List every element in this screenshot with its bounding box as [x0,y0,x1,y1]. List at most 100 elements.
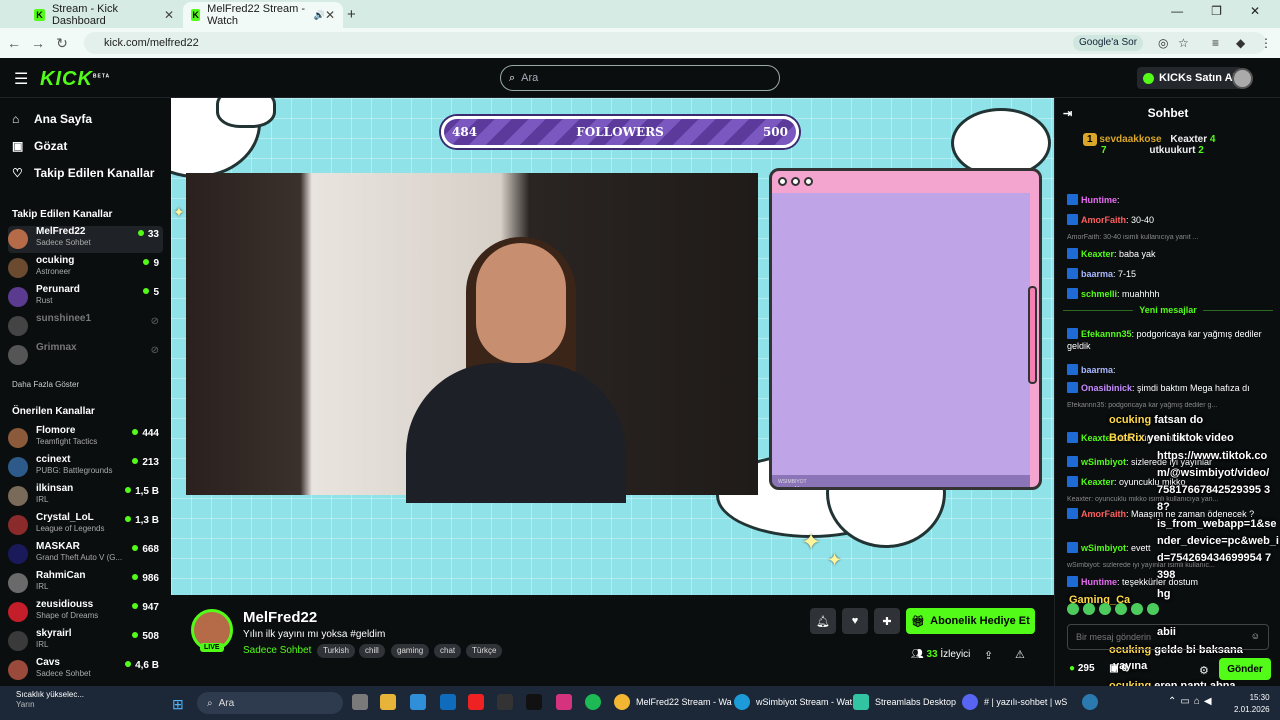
collapse-chat-icon[interactable]: ⇥ [1063,107,1072,120]
kicks-balance[interactable]: ● 295 ▣ 0 [1069,663,1127,674]
instagram-icon[interactable] [556,694,572,710]
emoji-icon[interactable]: ☺ [1251,631,1260,641]
taskbar-app-label[interactable]: Streamlabs Desktop [875,697,956,707]
taskbar-app-label[interactable]: MelFred22 Stream - Wa [636,697,732,707]
close-icon[interactable]: ✕ [164,8,174,22]
new-tab-button[interactable]: + [347,6,356,23]
leader-name[interactable]: sevdaakkose [1099,134,1161,145]
channel-item[interactable]: skyrairl IRL 508 [8,628,163,655]
tab-kick-dashboard[interactable]: K Stream - Kick Dashboard ✕ [26,2,182,28]
gift-subscription-button[interactable]: 🎁︎ Abonelik Hediye Et [906,608,1035,634]
new-messages-divider[interactable]: Yeni mesajlar [1063,305,1273,321]
emote-icon[interactable] [1115,603,1127,615]
chat-username[interactable]: wSimbiyot [1081,457,1126,467]
kick-logo[interactable]: KICKBETA [40,68,110,91]
app-icon[interactable] [1082,694,1098,710]
chat-username[interactable]: AmorFaith [1081,215,1126,225]
video-player[interactable]: 484 FOLLOWERS 500 WSIMBIYOT evett ✦ ✦ ✦ [171,98,1054,595]
send-button[interactable]: Gönder [1219,658,1271,680]
show-more-link[interactable]: Daha Fazla Göster [12,380,79,389]
restore-icon[interactable]: ❐ [1211,4,1222,18]
tag[interactable]: Turkish [317,644,355,658]
file-explorer-icon[interactable] [380,694,396,710]
user-avatar[interactable] [1232,68,1253,89]
channel-item[interactable]: Flomore Teamfight Tactics 444 [8,425,163,452]
sparkle-button[interactable]: ✚ [874,608,900,634]
nav-following[interactable]: ♡ Takip Edilen Kanallar [12,166,154,180]
channel-item[interactable]: Cavs Sadece Sohbet 4,6 B [8,657,163,684]
tag[interactable]: gaming [391,644,430,658]
taskbar-app-label[interactable]: # | yazılı-sohbet | wS [984,697,1067,707]
channel-item[interactable]: Grimnax ⊘ [8,342,163,369]
more-menu-icon[interactable]: ⋮ [1260,36,1272,50]
tab-search-icon[interactable]: ≡ [1212,36,1219,50]
stream-category[interactable]: Sadece Sohbet [243,645,311,656]
follow-button[interactable]: ♥ [842,608,868,634]
extension-icon[interactable]: ◆ [1236,36,1245,50]
store-icon[interactable] [410,694,426,710]
nav-browse[interactable]: ▣ Gözat [12,139,67,153]
settings-gear-icon[interactable]: ⚙ [1199,664,1209,677]
channel-item[interactable]: MelFred22 Sadece Sohbet 33 [8,226,163,253]
chat-username[interactable]: schmelli [1081,289,1117,299]
speaker-icon[interactable]: 🔊 [314,10,325,21]
tab-melfred22-stream[interactable]: K MelFred22 Stream - Watch 🔊 ✕ [183,2,343,28]
chat-username[interactable]: baarma [1081,269,1113,279]
close-icon[interactable]: ✕ [325,8,335,22]
channel-item[interactable]: zeusidiouss Shape of Dreams 947 [8,599,163,626]
weather-widget[interactable]: Sıcaklık yükselec... Yarın [16,690,84,711]
hamburger-menu-icon[interactable]: ☰ [14,69,28,89]
system-tray[interactable]: ⌃▭⌂◀ [1168,696,1216,707]
chat-username[interactable]: Huntime [1081,577,1117,587]
clock[interactable]: 15:30 2.01.2026 [1234,692,1270,716]
tag[interactable]: chat [434,644,462,658]
emote-icon[interactable] [1067,603,1079,615]
buy-kicks-button[interactable]: KICKs Satın Al [1137,67,1242,89]
tag[interactable]: Türkçe [466,644,503,658]
channel-item[interactable]: ilkinsan IRL 1,5 B [8,483,163,510]
leader-name[interactable]: utkuukurt [1149,145,1195,156]
discord-icon[interactable] [962,694,978,710]
leader-name[interactable]: Keaxter [1170,134,1207,145]
channel-item[interactable]: MASKAR Grand Theft Auto V (G... 668 [8,541,163,568]
chat-username[interactable]: baarma [1081,365,1113,375]
channel-item[interactable]: Perunard Rust 5 [8,284,163,311]
notification-bell-button[interactable]: 🔔︎ [810,608,836,634]
emote-icon[interactable] [1147,603,1159,615]
start-menu-icon[interactable]: ⊞ [172,696,184,713]
streamlabs-icon[interactable] [853,694,869,710]
channel-item[interactable]: Crystal_LoL League of Legends 1,3 B [8,512,163,539]
taskbar-app-label[interactable]: wSimbiyot Stream - Wat [756,697,852,707]
chat-username[interactable]: Keaxter [1081,477,1114,487]
minimize-icon[interactable]: — [1171,4,1183,18]
forward-icon[interactable]: → [26,35,50,51]
close-window-icon[interactable]: ✕ [1250,4,1260,18]
tiktok-icon[interactable] [526,694,542,710]
emote-icon[interactable] [1083,603,1095,615]
chat-username[interactable]: Efekannn35 [1081,329,1132,339]
edge-icon[interactable] [734,694,750,710]
tag[interactable]: chill [359,644,385,658]
capcut-icon[interactable] [497,694,513,710]
reload-icon[interactable]: ↻ [50,35,74,52]
chat-username[interactable]: Keaxter [1081,249,1114,259]
chat-username[interactable]: wSimbiyot [1081,543,1126,553]
channel-item[interactable]: ccinext PUBG: Battlegrounds 213 [8,454,163,481]
outlook-icon[interactable] [440,694,456,710]
channel-item[interactable]: ocuking Astroneer 9 [8,255,163,282]
search-input[interactable]: ⌕ Ara [500,65,780,91]
report-icon[interactable]: ⚠ [1015,648,1025,661]
emote-icon[interactable] [1099,603,1111,615]
eye-off-icon[interactable]: ◎ [1158,36,1168,50]
nav-home[interactable]: ⌂ Ana Sayfa [12,112,92,126]
task-view-icon[interactable] [352,694,368,710]
back-icon[interactable]: ← [2,35,26,51]
youtube-icon[interactable] [468,694,484,710]
star-icon[interactable]: ☆ [1178,36,1189,50]
google-sor-button[interactable]: Google'a Sor [1073,35,1144,51]
chat-username[interactable]: Onasibinick [1081,383,1132,393]
channel-name[interactable]: MelFred22 [243,609,317,626]
share-icon[interactable]: ⇪ [984,649,993,662]
channel-item[interactable]: RahmiCan IRL 986 [8,570,163,597]
emote-icon[interactable] [1131,603,1143,615]
